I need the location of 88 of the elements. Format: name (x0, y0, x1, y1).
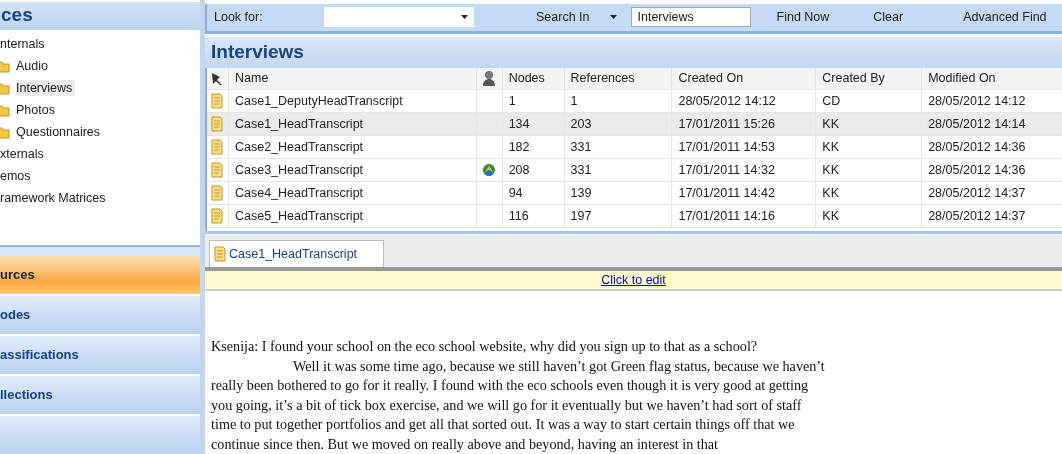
table-cell: 94 (502, 181, 565, 204)
table-cell-text: 28/05/2012 14:36 (927, 138, 1027, 156)
column-header[interactable]: Modified On (922, 67, 1062, 89)
nav-button[interactable]: odes (0, 296, 200, 334)
table-cell: Case4_HeadTranscript (229, 181, 477, 204)
nav-button[interactable]: assifications (0, 336, 200, 374)
document-icon (210, 138, 223, 155)
column-header[interactable]: Created By (816, 67, 923, 89)
list-title: Interviews (205, 36, 1062, 68)
look-for-field[interactable] (324, 7, 474, 28)
tree-item[interactable]: Interviews (16, 79, 76, 96)
table-cell: KK (816, 181, 923, 204)
panel-title: ces (0, 2, 200, 30)
text-line: time to put together portfolios and get all that sorted out. It was a way to start certain things off that we (211, 415, 796, 434)
table-cell: 331 (564, 135, 673, 158)
table-cell: 17/01/2011 14:53 (672, 135, 817, 158)
tree-item[interactable]: ramework Matrices (0, 189, 109, 206)
nav-button[interactable] (0, 416, 200, 454)
column-header[interactable]: Nodes (502, 67, 565, 89)
document-icon (210, 184, 223, 201)
table-cell: 17/01/2011 14:32 (672, 158, 817, 181)
text-line: Well it was some time ago, because we still haven’t got Green flag status, because we haven’t (292, 356, 826, 376)
table-cell: 1 (564, 89, 673, 112)
table-cell: Case1_HeadTranscript (229, 112, 477, 135)
folder-icon (0, 124, 10, 139)
column-header[interactable]: References (564, 67, 673, 89)
table-cell: 17/01/2011 14:16 (672, 204, 817, 227)
tree-item[interactable]: Questionnaires (16, 123, 104, 140)
table-cell: 134 (502, 112, 565, 135)
text-line: Ksenija: I found your school on the eco school website, why did you sign up to that as a school? (211, 337, 759, 356)
field-label: Look for: (213, 10, 264, 25)
column-header[interactable]: Name (229, 67, 477, 89)
document-icon (210, 207, 223, 224)
table-cell: 197 (564, 204, 673, 227)
document-icon (210, 92, 223, 109)
table-cell: 17/01/2011 15:26 (672, 112, 817, 135)
nav-button[interactable]: llections (0, 376, 200, 414)
table-cell-text: 28/05/2012 14:37 (927, 184, 1027, 202)
toolbar-button[interactable]: Advanced Find (959, 10, 1051, 25)
table-cell: Case3_HeadTranscript (229, 158, 477, 181)
table-cell-text: 28/05/2012 14:37 (927, 207, 1027, 225)
table-cell: KK (816, 204, 923, 227)
table-cell: 331 (564, 158, 673, 181)
folder-icon (0, 80, 10, 95)
table-cell: KK (816, 158, 923, 181)
table-cell: 116 (502, 204, 565, 227)
folder-icon (0, 102, 10, 117)
splitter-handle[interactable] (0, 244, 200, 256)
table-cell: 203 (564, 112, 673, 135)
table-cell: KK (816, 112, 923, 135)
linked-item-icon (481, 162, 496, 177)
table-cell: 182 (502, 135, 565, 158)
document-icon (210, 115, 223, 132)
table-cell-text: 28/05/2012 14:12 (927, 92, 1027, 110)
person-icon (481, 70, 496, 87)
toolbar-button[interactable]: Find Now (772, 10, 834, 25)
text-line: you going, it’s a bit of tick box exercise, and we will go for it eventually but we haven’t had sort of staff (211, 395, 803, 415)
text-line: continue since then. But we moved on really above and beyond, having an interest in that (211, 434, 720, 454)
tree-item[interactable]: emos (0, 167, 34, 184)
document-icon (213, 246, 226, 262)
text-line: really been bothered to go for it really. I found with the eco schools even though it is very good at getting (211, 376, 810, 395)
table-cell: 1 (502, 89, 565, 112)
table-cell-text: 28/05/2012 14:14 (927, 115, 1027, 133)
table-cell: Case5_HeadTranscript (229, 204, 477, 227)
table-cell: CD (816, 89, 923, 112)
tree-item[interactable]: Audio (16, 57, 51, 74)
nav-button[interactable]: urces (0, 256, 200, 294)
table-cell: 28/05/2012 14:12 (672, 89, 817, 112)
table-cell: Case1_DeputyHeadTranscript (229, 89, 477, 112)
table-cell: 208 (502, 158, 565, 181)
tree-item[interactable]: nternals (0, 35, 48, 52)
column-header[interactable]: Created On (672, 67, 817, 89)
dropdown-arrow-icon (461, 15, 468, 20)
tree-item[interactable]: Photos (16, 101, 58, 118)
search-in-field[interactable]: Interviews (630, 7, 751, 28)
table-cell: 17/01/2011 14:42 (672, 181, 817, 204)
document-icon (210, 161, 223, 178)
table-cell: Case2_HeadTranscript (229, 135, 477, 158)
document-tab[interactable]: Case1_HeadTranscript (209, 240, 385, 267)
table-cell-text: 28/05/2012 14:36 (927, 161, 1027, 179)
dropdown-arrow-icon (609, 15, 617, 20)
toolbar-button[interactable]: Clear (869, 10, 908, 25)
field-label: Search In (535, 10, 590, 25)
folder-icon (0, 58, 10, 73)
table-cell: KK (816, 135, 923, 158)
tree-item[interactable]: xternals (0, 145, 47, 162)
table-cell: 139 (564, 181, 673, 204)
edit-link[interactable]: Click to edit (601, 273, 666, 287)
